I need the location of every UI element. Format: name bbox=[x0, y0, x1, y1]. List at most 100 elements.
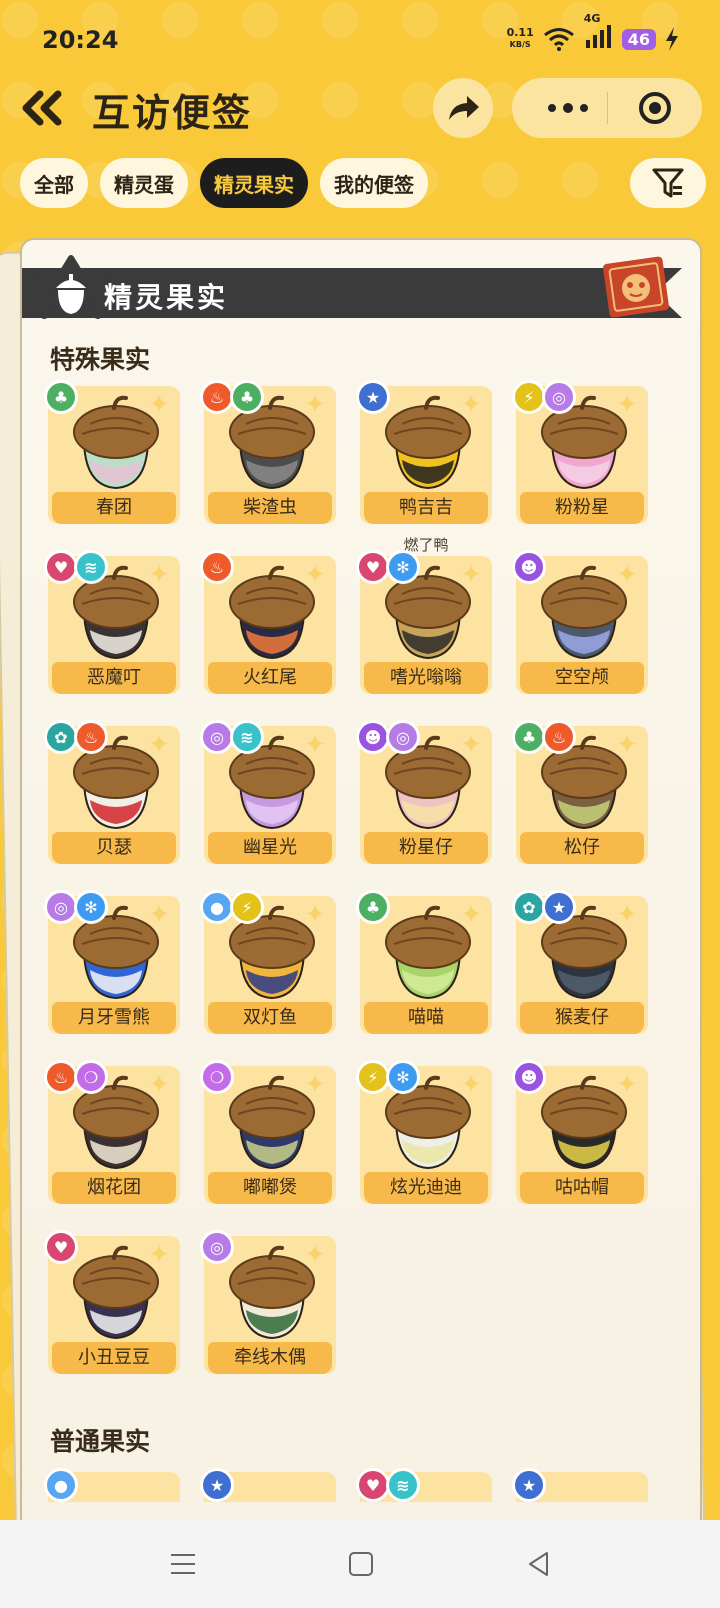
fruit-name: 粉星仔 bbox=[364, 832, 488, 864]
element-badge-ice-icon: ✻ bbox=[74, 890, 108, 924]
element-badge-light-icon: ★ bbox=[542, 890, 576, 924]
fruit-item[interactable]: ✦ ♣ 喵喵 bbox=[356, 890, 492, 1038]
element-badge-demon-icon: ♥ bbox=[44, 1230, 78, 1264]
fruit-item[interactable]: ✦ ♨ ♣ 柴渣虫 bbox=[200, 380, 336, 528]
status-bar: 20:24 0.11 KB/S 4G 46 bbox=[0, 0, 720, 80]
nav-home-button[interactable] bbox=[336, 1540, 386, 1588]
fruit-item[interactable]: ✦ ♥ 小丑豆豆 bbox=[44, 1230, 180, 1378]
fruit-item[interactable]: ✦ ☻ ◎ 粉星仔 bbox=[356, 720, 492, 868]
nav-back-button[interactable] bbox=[514, 1540, 564, 1588]
element-badge-demon-icon: ♥ bbox=[356, 550, 390, 584]
element-badge-electric-icon: ⚡ bbox=[512, 380, 546, 414]
element-badges: ● ⚡ bbox=[200, 890, 264, 924]
fruit-item[interactable]: ✦ ⚡ ◎ 粉粉星 bbox=[512, 380, 648, 528]
fruit-name: 小丑豆豆 bbox=[52, 1342, 176, 1374]
element-badges: ♥ bbox=[44, 1230, 78, 1264]
fruit-item[interactable]: ✦ ◎ ≋ 幽星光 bbox=[200, 720, 336, 868]
share-button[interactable] bbox=[433, 78, 493, 138]
fruit-item[interactable]: ✦ ❍ 嘟嘟煲 bbox=[200, 1060, 336, 1208]
tab-spirit-egg[interactable]: 精灵蛋 bbox=[100, 158, 188, 208]
normal-fruit-item[interactable]: ● bbox=[44, 1468, 180, 1502]
tab-all[interactable]: 全部 bbox=[20, 158, 88, 208]
element-badge-grass-icon: ♣ bbox=[230, 380, 264, 414]
share-arrow-icon bbox=[449, 96, 479, 120]
section-title-special: 特殊果实 bbox=[50, 345, 151, 374]
home-square-icon bbox=[349, 1552, 373, 1576]
fruit-name: 炫光迪迪 bbox=[364, 1172, 488, 1204]
normal-fruit-item[interactable]: ♥ ≋ bbox=[356, 1468, 492, 1502]
network-type: 4G bbox=[583, 12, 601, 25]
back-triangle-icon bbox=[529, 1552, 548, 1576]
element-badges: ☻ bbox=[512, 1060, 546, 1094]
element-badge-fire-icon: ♨ bbox=[542, 720, 576, 754]
signal-icon bbox=[585, 25, 611, 48]
normal-fruit-item[interactable]: ★ bbox=[200, 1468, 336, 1502]
fruit-name: 空空颅 bbox=[520, 662, 644, 694]
element-badge-ghost-icon: ☻ bbox=[512, 550, 546, 584]
normal-fruit-item[interactable]: ★ bbox=[512, 1468, 648, 1502]
fruit-name: 柴渣虫 bbox=[208, 492, 332, 524]
fruit-item[interactable]: ✦ ● ⚡ 双灯鱼 bbox=[200, 890, 336, 1038]
element-badges: ♨ bbox=[200, 550, 234, 584]
fruit-name: 幽星光 bbox=[208, 832, 332, 864]
element-badges: ♨ ❍ bbox=[44, 1060, 108, 1094]
page-title: 互访便签 bbox=[92, 91, 253, 135]
fruit-item[interactable]: ✦ ✿ ★ 猴麦仔 bbox=[512, 890, 648, 1038]
fruit-item[interactable]: ✦ ♨ 火红尾 bbox=[200, 550, 336, 698]
fruit-item[interactable]: ✦ ◎ 牵线木偶 bbox=[200, 1230, 336, 1378]
element-badges: ♣ ♨ bbox=[512, 720, 576, 754]
back-button[interactable] bbox=[20, 88, 68, 128]
nav-menu-button[interactable] bbox=[158, 1540, 208, 1588]
fruit-item[interactable]: ✦ ✿ ♨ 贝瑟 bbox=[44, 720, 180, 868]
element-badge-bubble-icon: ❍ bbox=[74, 1060, 108, 1094]
filter-button[interactable] bbox=[630, 158, 706, 208]
acorn-fruit-icon bbox=[385, 395, 471, 490]
element-badges: ◎ ✻ bbox=[44, 890, 108, 924]
fruit-name: 嗜光嗡嗡 bbox=[364, 662, 488, 694]
tab-my-notes[interactable]: 我的便签 bbox=[320, 158, 428, 208]
fruit-item[interactable]: ✦ ☻ 咕咕帽 bbox=[512, 1060, 648, 1208]
fruit-name: 松仔 bbox=[520, 832, 644, 864]
fruit-item[interactable]: ✦ ⚡ ✻ 炫光迪迪 bbox=[356, 1060, 492, 1208]
element-badge-grass-icon: ♣ bbox=[512, 720, 546, 754]
element-badge-wing-icon: ≋ bbox=[74, 550, 108, 584]
fruit-name: 喵喵 bbox=[364, 1002, 488, 1034]
fruit-name: 猴麦仔 bbox=[520, 1002, 644, 1034]
fruit-item[interactable]: ✦ ♥ ✻ 嗜光嗡嗡 bbox=[356, 550, 492, 698]
filter-icon bbox=[652, 168, 684, 198]
element-badge-light-icon: ★ bbox=[356, 380, 390, 414]
fruit-item[interactable]: ✦ ♣ ♨ 松仔 bbox=[512, 720, 648, 868]
fruit-name: 嘟嘟煲 bbox=[208, 1172, 332, 1204]
category-tabs: 全部 精灵蛋 精灵果实 我的便签 bbox=[20, 158, 428, 208]
tab-spirit-fruit[interactable]: 精灵果实 bbox=[200, 158, 308, 208]
fruit-item[interactable]: ✦ ★ 鸭吉吉 燃了鸭 bbox=[356, 380, 492, 554]
fruit-name: 月牙雪熊 bbox=[52, 1002, 176, 1034]
banner-title: 精灵果实 bbox=[104, 281, 229, 314]
element-badges: ★ bbox=[356, 380, 390, 414]
section-title-normal: 普通果实 bbox=[50, 1427, 151, 1456]
fruit-name: 粉粉星 bbox=[520, 492, 644, 524]
battery-indicator: 46 bbox=[621, 28, 656, 50]
fruit-item[interactable]: ✦ ♨ ❍ 烟花团 bbox=[44, 1060, 180, 1208]
element-badges: ⚡ ✻ bbox=[356, 1060, 420, 1094]
more-icon[interactable] bbox=[542, 96, 594, 120]
element-badges: ✿ ♨ bbox=[44, 720, 108, 754]
fruit-item[interactable]: ✦ ♣ 春团 bbox=[44, 380, 180, 528]
element-badge-mech-icon: ✿ bbox=[512, 890, 546, 924]
element-badges: ♣ bbox=[44, 380, 78, 414]
acorn-fruit-icon bbox=[229, 1245, 315, 1340]
element-badge-fire-icon: ♨ bbox=[200, 380, 234, 414]
element-badges: ✿ ★ bbox=[512, 890, 576, 924]
element-badges: ◎ bbox=[200, 1230, 234, 1264]
element-badge-fire-icon: ♨ bbox=[74, 720, 108, 754]
network-speed: 0.11 KB/S bbox=[507, 27, 534, 51]
element-badge-wind-icon: ◎ bbox=[542, 380, 576, 414]
fruit-item[interactable]: ✦ ◎ ✻ 月牙雪熊 bbox=[44, 890, 180, 1038]
fruit-name: 烟花团 bbox=[52, 1172, 176, 1204]
element-badge-water-icon: ● bbox=[44, 1468, 78, 1502]
fruit-item[interactable]: ✦ ☻ 空空颅 bbox=[512, 550, 648, 698]
fruit-item[interactable]: ✦ ♥ ≋ 恶魔叮 bbox=[44, 550, 180, 698]
element-badge-grass-icon: ♣ bbox=[356, 890, 390, 924]
element-badge-water-icon: ● bbox=[200, 890, 234, 924]
close-target-icon[interactable] bbox=[637, 90, 673, 126]
